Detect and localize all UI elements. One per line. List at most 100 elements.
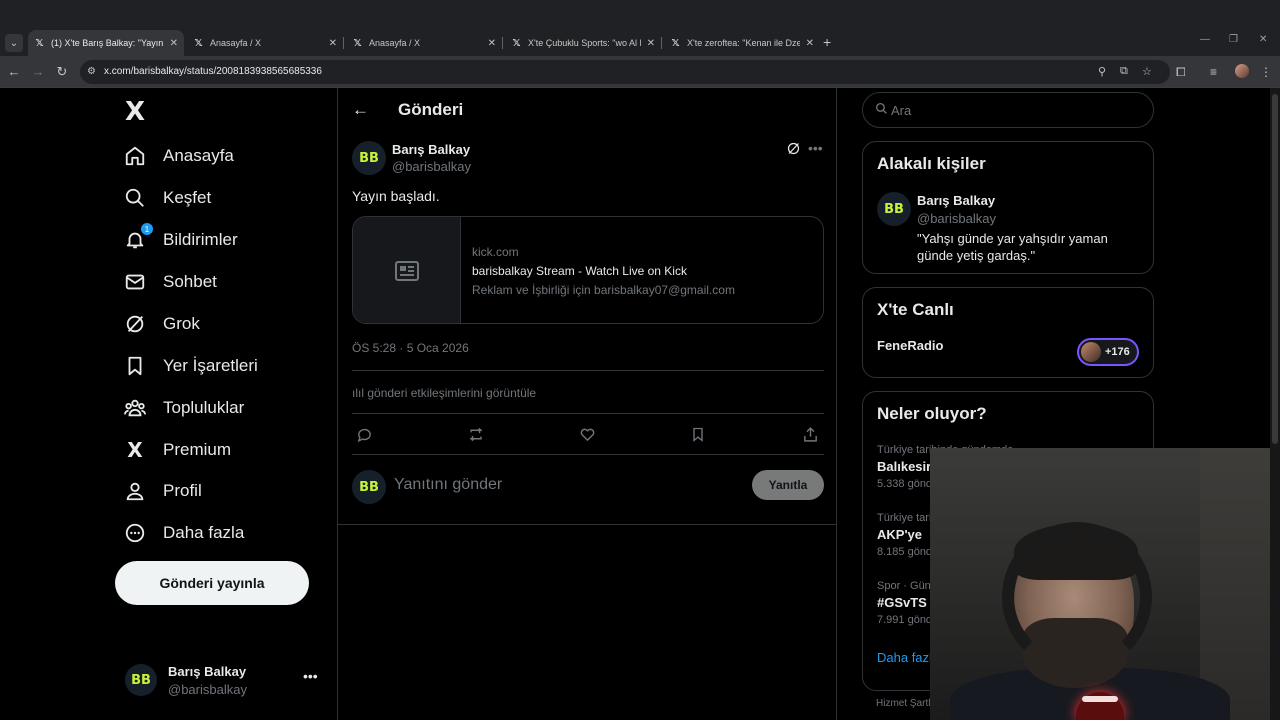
scrollbar-thumb[interactable] xyxy=(1272,94,1278,444)
page-title: Gönderi xyxy=(398,100,464,119)
address-bar-row: ← → ↻ ⚙ x.com/barisbalkay/status/2008183… xyxy=(0,56,1280,88)
trend-name[interactable]: Balıkesir' xyxy=(877,459,934,474)
zoom-icon[interactable]: ⚲ xyxy=(1098,65,1106,78)
search-input[interactable]: Ara xyxy=(862,92,1154,128)
view-engagements-link[interactable]: ılıl gönderi etkileşimlerini görüntüle xyxy=(352,386,536,400)
search-icon xyxy=(875,102,888,118)
avatar xyxy=(1081,342,1101,362)
analytics-icon: ılıl xyxy=(352,386,368,400)
x-favicon-icon: 𝕏 xyxy=(194,37,203,49)
sidebar-item-chat[interactable]: Sohbet xyxy=(123,262,217,302)
more-dots-icon[interactable]: ••• xyxy=(808,140,823,156)
tweet-timestamp[interactable]: ÖS 5:28 · 5 Oca 2026 xyxy=(352,341,469,355)
trend-name[interactable]: #GSvTS xyxy=(877,595,927,610)
avatar: BB xyxy=(125,664,157,696)
reload-icon[interactable]: ↻ xyxy=(54,64,70,80)
repost-icon[interactable] xyxy=(467,426,485,447)
site-info-icon[interactable]: ⚙ xyxy=(87,66,99,78)
footer-terms-link[interactable]: Hizmet Şartla xyxy=(876,698,936,709)
bookmark-icon[interactable] xyxy=(690,426,706,447)
x-logo-icon[interactable]: X xyxy=(125,97,145,127)
sidebar-item-more[interactable]: Daha fazla xyxy=(123,513,244,553)
avatar[interactable]: BB xyxy=(877,192,911,226)
new-tab-icon[interactable]: + xyxy=(823,34,831,50)
trend-count: 7.991 gönde xyxy=(877,614,939,626)
browser-tab[interactable]: 𝕏 X'te zeroftea: "Kenan ile Dzeko ✕ xyxy=(664,30,820,56)
bookmark-icon xyxy=(123,354,147,378)
more-dots-icon[interactable]: ••• xyxy=(303,668,318,684)
home-icon xyxy=(123,144,147,168)
minimize-icon[interactable]: — xyxy=(1200,34,1210,45)
back-arrow-icon[interactable]: ← xyxy=(352,100,369,120)
page-scrollbar[interactable] xyxy=(1270,88,1280,720)
tweet-author-name[interactable]: Barış Balkay xyxy=(392,142,470,157)
tab-separator xyxy=(343,37,344,49)
sidebar-item-communities[interactable]: Topluluklar xyxy=(123,388,244,428)
communities-icon xyxy=(123,396,147,420)
tab-close-icon[interactable]: ✕ xyxy=(806,38,814,49)
like-icon[interactable] xyxy=(579,426,596,447)
live-space-name[interactable]: FeneRadio xyxy=(877,338,943,353)
sidebar-item-label: Daha fazla xyxy=(163,523,245,542)
reply-avatar: BB xyxy=(352,470,386,504)
sidebar-item-label: Premium xyxy=(163,440,232,459)
trend-name[interactable]: AKP'ye xyxy=(877,527,922,542)
more-circle-icon xyxy=(123,521,147,545)
tab-title: Anasayfa / X xyxy=(210,38,262,48)
account-switcher[interactable]: BB Barış Balkay @barisbalkay ••• xyxy=(125,660,325,702)
browser-profile-avatar[interactable] xyxy=(1235,64,1249,78)
divider xyxy=(352,413,824,414)
link-card[interactable]: kick.com barisbalkay Stream - Watch Live… xyxy=(352,216,824,324)
tab-close-icon[interactable]: ✕ xyxy=(488,38,496,49)
view-engagements-label: gönderi etkileşimlerini görüntüle xyxy=(367,386,537,400)
window-close-icon[interactable]: ✕ xyxy=(1259,34,1267,45)
webcam-door xyxy=(1200,448,1270,720)
microphone-light xyxy=(1082,696,1118,702)
grok-icon[interactable] xyxy=(786,141,801,159)
trend-context: Türkiye tarih xyxy=(877,512,938,524)
card-description: Reklam ve İşbirliği için barisbalkay07@g… xyxy=(472,283,735,297)
tab-close-icon[interactable]: ✕ xyxy=(170,38,178,49)
tab-title: X'te zeroftea: "Kenan ile Dzeko xyxy=(687,38,800,48)
notification-badge: 1 xyxy=(141,223,153,235)
sidebar-item-notifications[interactable]: 1 Bildirimler xyxy=(123,220,238,260)
tweet-author-avatar[interactable]: BB xyxy=(352,141,386,175)
reply-input[interactable]: Yanıtını gönder xyxy=(394,476,502,494)
sidebar-item-explore[interactable]: Keşfet xyxy=(123,178,211,218)
listener-count: +176 xyxy=(1105,346,1130,358)
maximize-icon[interactable]: ❐ xyxy=(1229,34,1238,45)
tab-close-icon[interactable]: ✕ xyxy=(647,38,655,49)
post-button[interactable]: Gönderi yayınla xyxy=(115,561,309,605)
url-field[interactable]: ⚙ x.com/barisbalkay/status/2008183938565… xyxy=(80,60,1170,84)
sidebar-item-profile[interactable]: Profil xyxy=(123,471,202,511)
panel-title: Neler oluyor? xyxy=(877,404,987,423)
panel-title: X'te Canlı xyxy=(877,300,954,319)
sidebar-item-premium[interactable]: X Premium xyxy=(123,430,231,470)
browser-tab[interactable]: 𝕏 Anasayfa / X ✕ xyxy=(187,30,343,56)
install-app-icon[interactable]: ⧉ xyxy=(1120,65,1128,78)
relevant-person-name[interactable]: Barış Balkay xyxy=(917,193,995,208)
relevant-person-handle[interactable]: @barisbalkay xyxy=(917,211,996,226)
sidebar-item-home[interactable]: Anasayfa xyxy=(123,136,234,176)
browser-tab[interactable]: 𝕏 (1) X'te Barış Balkay: "Yayın başladı … xyxy=(28,30,184,56)
browser-tab[interactable]: 𝕏 X'te Çubuklu Sports: "wo Al Hilal ✕ xyxy=(505,30,661,56)
profile-icon xyxy=(123,479,147,503)
tab-search-dropdown-icon[interactable]: ⌄ xyxy=(5,34,23,52)
forward-icon[interactable]: → xyxy=(30,64,46,79)
share-icon[interactable] xyxy=(802,426,819,447)
sidebar-item-bookmarks[interactable]: Yer İşaretleri xyxy=(123,346,258,386)
reply-button[interactable]: Yanıtla xyxy=(752,470,824,500)
live-listeners-pill[interactable]: +176 xyxy=(1077,338,1139,366)
sidebar-item-label: Topluluklar xyxy=(163,398,245,417)
browser-tab[interactable]: 𝕏 Anasayfa / X ✕ xyxy=(346,30,502,56)
tweet-author-handle[interactable]: @barisbalkay xyxy=(392,159,471,174)
browser-menu-icon[interactable]: ⋮ xyxy=(1260,65,1272,79)
bookmark-star-icon[interactable]: ☆ xyxy=(1142,65,1152,78)
reply-icon[interactable] xyxy=(356,426,373,447)
sidebar-item-grok[interactable]: Grok xyxy=(123,304,200,344)
back-icon[interactable]: ← xyxy=(6,64,22,79)
media-controls-icon[interactable]: ≡ xyxy=(1210,65,1217,79)
x-favicon-icon: 𝕏 xyxy=(512,37,521,49)
extensions-icon[interactable]: ⧠ xyxy=(1176,65,1186,80)
tab-close-icon[interactable]: ✕ xyxy=(329,38,337,49)
